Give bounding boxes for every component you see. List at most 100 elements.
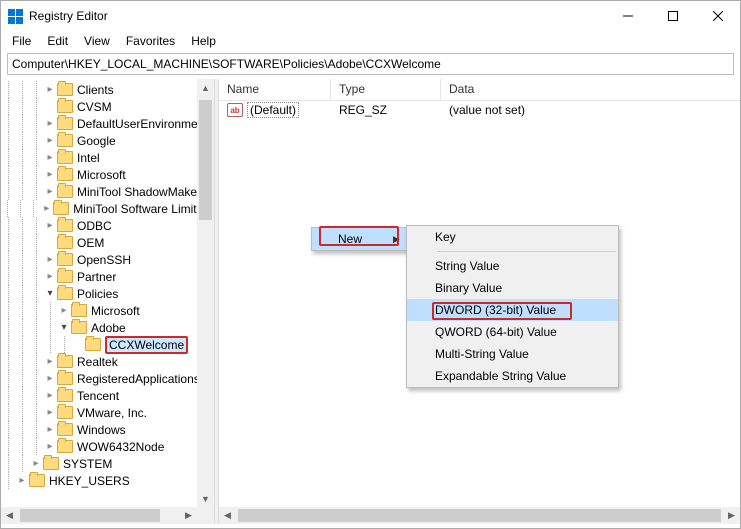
folder-icon [43, 457, 59, 470]
chevron-right-icon[interactable]: ▸ [40, 203, 53, 214]
tree-item[interactable]: ▸Realtek [1, 353, 214, 370]
folder-icon [57, 389, 73, 402]
tree-item-label: Windows [77, 423, 130, 437]
chevron-right-icon[interactable]: ▸ [57, 305, 71, 316]
scroll-up-icon[interactable]: ▲ [197, 79, 214, 96]
tree-item[interactable]: ▸DefaultUserEnvironment [1, 115, 214, 132]
folder-icon [57, 117, 73, 130]
chevron-right-icon[interactable]: ▸ [43, 271, 57, 282]
tree-item[interactable]: ▸Intel [1, 149, 214, 166]
context-submenu-label: QWORD (64-bit) Value [435, 325, 557, 339]
context-submenu-item[interactable]: Key [407, 226, 618, 248]
tree-item-label: ODBC [77, 219, 116, 233]
tree-item[interactable]: ▸HKEY_USERS [1, 472, 214, 489]
tree-item[interactable]: ▾Policies [1, 285, 214, 302]
tree-item[interactable]: ▸ OpenSSH [1, 251, 214, 268]
tree-item[interactable]: ▾Adobe [1, 319, 214, 336]
folder-icon [57, 185, 73, 198]
tree-item[interactable]: ▸ SYSTEM [1, 455, 214, 472]
tree-item[interactable]: ▸Partner [1, 268, 214, 285]
tree-item-label: Microsoft [77, 168, 130, 182]
context-submenu-item[interactable]: Multi-String Value [407, 343, 618, 365]
tree-item[interactable]: ▸ Microsoft [1, 302, 214, 319]
tree-item-label: VMware, Inc. [77, 406, 151, 420]
tree-item-label: RegisteredApplications [77, 372, 204, 386]
col-data[interactable]: Data [441, 79, 740, 100]
values-horizontal-scrollbar[interactable]: ◀ ▶ [219, 507, 740, 524]
minimize-button[interactable] [605, 1, 650, 31]
menu-view[interactable]: View [77, 32, 117, 50]
tree-item[interactable]: OEM [1, 234, 214, 251]
context-submenu-item[interactable]: String Value [407, 255, 618, 277]
tree-item[interactable]: CCXWelcome [1, 336, 214, 353]
chevron-right-icon[interactable]: ▸ [43, 152, 57, 163]
chevron-right-icon[interactable]: ▸ [43, 135, 57, 146]
tree-item[interactable]: ▸Google [1, 132, 214, 149]
tree-pane: ▸ClientsCVSM▸DefaultUserEnvironment▸Goog… [1, 79, 214, 524]
menu-favorites[interactable]: Favorites [119, 32, 182, 50]
chevron-right-icon[interactable]: ▸ [43, 373, 57, 384]
col-name[interactable]: Name [219, 79, 331, 100]
context-submenu-item[interactable]: Expandable String Value [407, 365, 618, 387]
value-name: (Default) [247, 102, 299, 118]
scroll-left-icon[interactable]: ◀ [219, 507, 236, 524]
menu-file[interactable]: File [5, 32, 38, 50]
scroll-right-icon[interactable]: ▶ [723, 507, 740, 524]
chevron-right-icon[interactable]: ▸ [43, 186, 57, 197]
tree-item[interactable]: ▸ Windows [1, 421, 214, 438]
tree-item-label: SYSTEM [63, 457, 116, 471]
tree-item[interactable]: ▸ RegisteredApplications [1, 370, 214, 387]
tree-item[interactable]: ▸MiniTool ShadowMaker [1, 183, 214, 200]
context-submenu-item[interactable]: QWORD (64-bit) Value [407, 321, 618, 343]
tree-item[interactable]: ▸MiniTool Software Limited [1, 200, 214, 217]
tree-item-label: Tencent [77, 389, 123, 403]
tree-item-label: CCXWelcome [105, 336, 188, 354]
folder-icon [57, 100, 73, 113]
chevron-right-icon[interactable]: ▸ [43, 441, 57, 452]
chevron-right-icon[interactable]: ▸ [43, 407, 57, 418]
tree-item[interactable]: ▸ Tencent [1, 387, 214, 404]
context-submenu-item[interactable]: Binary Value [407, 277, 618, 299]
tree-item[interactable]: CVSM [1, 98, 214, 115]
chevron-down-icon[interactable]: ▾ [57, 322, 71, 333]
scroll-left-icon[interactable]: ◀ [1, 507, 18, 524]
context-submenu-label: Binary Value [435, 281, 502, 295]
context-menu-new[interactable]: New ▶ [312, 228, 407, 250]
chevron-down-icon[interactable]: ▾ [43, 288, 57, 299]
scroll-right-icon[interactable]: ▶ [180, 507, 197, 524]
value-data: (value not set) [441, 103, 740, 117]
chevron-right-icon[interactable]: ▸ [43, 390, 57, 401]
chevron-right-icon[interactable]: ▸ [43, 424, 57, 435]
chevron-right-icon[interactable]: ▸ [43, 356, 57, 367]
tree-item-label: Microsoft [91, 304, 144, 318]
tree-vertical-scrollbar[interactable]: ▲ ▼ [197, 79, 214, 507]
context-submenu-item[interactable]: DWORD (32-bit) Value [407, 299, 618, 321]
chevron-right-icon[interactable]: ▸ [43, 118, 57, 129]
chevron-right-icon[interactable]: ▸ [15, 475, 29, 486]
tree-item[interactable]: ▸Clients [1, 81, 214, 98]
value-type: REG_SZ [331, 103, 441, 117]
folder-icon [57, 151, 73, 164]
chevron-right-icon[interactable]: ▸ [29, 458, 43, 469]
folder-icon [71, 304, 87, 317]
chevron-right-icon[interactable]: ▸ [43, 84, 57, 95]
scroll-down-icon[interactable]: ▼ [197, 490, 214, 507]
tree-item-label: OpenSSH [77, 253, 135, 267]
chevron-right-icon[interactable]: ▸ [43, 220, 57, 231]
close-button[interactable] [695, 1, 740, 31]
chevron-right-icon[interactable]: ▸ [43, 254, 57, 265]
tree-horizontal-scrollbar[interactable]: ◀ ▶ [1, 507, 197, 524]
menu-help[interactable]: Help [184, 32, 223, 50]
tree-item[interactable]: ▸ Microsoft [1, 166, 214, 183]
maximize-button[interactable] [650, 1, 695, 31]
tree-item[interactable]: ▸ ODBC [1, 217, 214, 234]
tree-item[interactable]: ▸WOW6432Node [1, 438, 214, 455]
menu-edit[interactable]: Edit [40, 32, 75, 50]
tree-item[interactable]: ▸ VMware, Inc. [1, 404, 214, 421]
address-bar[interactable]: Computer\HKEY_LOCAL_MACHINE\SOFTWARE\Pol… [7, 53, 734, 75]
list-row[interactable]: ab (Default) REG_SZ (value not set) [219, 101, 740, 119]
chevron-right-icon[interactable]: ▸ [43, 169, 57, 180]
folder-icon [57, 270, 73, 283]
col-type[interactable]: Type [331, 79, 441, 100]
title-bar: Registry Editor [1, 1, 740, 31]
